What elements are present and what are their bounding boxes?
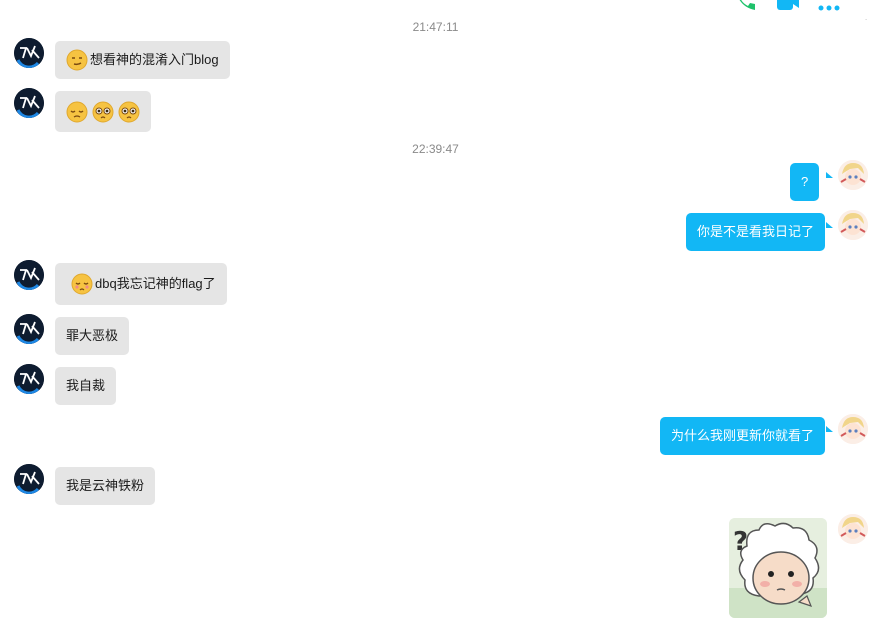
message-text: 为什么我刚更新你就看了	[671, 428, 815, 443]
bubble-tail	[826, 222, 833, 228]
outgoing-message-bubble[interactable]: ?	[790, 163, 820, 201]
self-avatar[interactable]	[838, 210, 868, 240]
incoming-message-bubble[interactable]: dbq我忘记神的flag了	[55, 263, 227, 305]
contact-avatar[interactable]	[14, 364, 44, 394]
message-text: 我是云神铁粉	[66, 478, 145, 493]
contact-avatar[interactable]	[14, 314, 44, 344]
smirk-emoji	[66, 49, 88, 71]
video-call-icon[interactable]	[775, 0, 801, 12]
more-icon[interactable]	[817, 0, 841, 12]
sheep-sticker-image: ?	[729, 518, 827, 618]
phone-icon[interactable]	[733, 0, 757, 12]
bubble-tail	[826, 172, 833, 178]
message-text: ?	[801, 174, 809, 189]
self-avatar-image	[838, 160, 868, 190]
contact-avatar[interactable]	[14, 88, 44, 118]
incoming-message-bubble[interactable]: 罪大恶极	[55, 317, 130, 355]
message-text: 罪大恶极	[66, 328, 119, 343]
incoming-message-bubble[interactable]	[55, 91, 151, 132]
contact-avatar-logo	[14, 260, 44, 290]
contact-avatar-logo	[14, 364, 44, 394]
chat-toolbar	[733, 0, 853, 12]
contact-avatar-logo	[14, 314, 44, 344]
contact-avatar[interactable]	[14, 464, 44, 494]
message-text: 想看神的混淆入门blog	[90, 52, 219, 67]
sheep-sticker[interactable]: ?	[729, 518, 827, 618]
incoming-message-bubble[interactable]: 我是云神铁粉	[55, 467, 156, 505]
self-avatar[interactable]	[838, 414, 868, 444]
outgoing-message-bubble[interactable]: 为什么我刚更新你就看了	[660, 417, 826, 455]
self-avatar-image	[838, 514, 868, 544]
outgoing-message-bubble[interactable]: 你是不是看我日记了	[686, 213, 826, 251]
incoming-message-bubble[interactable]: 想看神的混淆入门blog	[55, 41, 230, 79]
disappointed-emoji	[66, 101, 88, 122]
contact-avatar[interactable]	[14, 38, 44, 68]
self-avatar-image	[838, 210, 868, 240]
contact-avatar[interactable]	[14, 260, 44, 290]
message-timestamp: 22:39:47	[412, 142, 459, 156]
message-text: dbq我忘记神的flag了	[95, 276, 216, 291]
message-timestamp: 21:47:11	[412, 20, 459, 34]
pleading-emoji	[92, 101, 114, 122]
message-text: 我自裁	[66, 378, 106, 393]
incoming-message-bubble[interactable]: 我自裁	[55, 367, 117, 405]
contact-avatar-logo	[14, 38, 44, 68]
contact-avatar-logo	[14, 88, 44, 118]
self-avatar[interactable]	[838, 160, 868, 190]
self-avatar-image	[838, 414, 868, 444]
pleading-emoji	[118, 101, 140, 122]
pleading-emoji	[71, 273, 93, 295]
contact-avatar-logo	[14, 464, 44, 494]
message-text: 你是不是看我日记了	[697, 224, 815, 239]
bubble-tail	[826, 426, 833, 432]
self-avatar[interactable]	[838, 514, 868, 544]
